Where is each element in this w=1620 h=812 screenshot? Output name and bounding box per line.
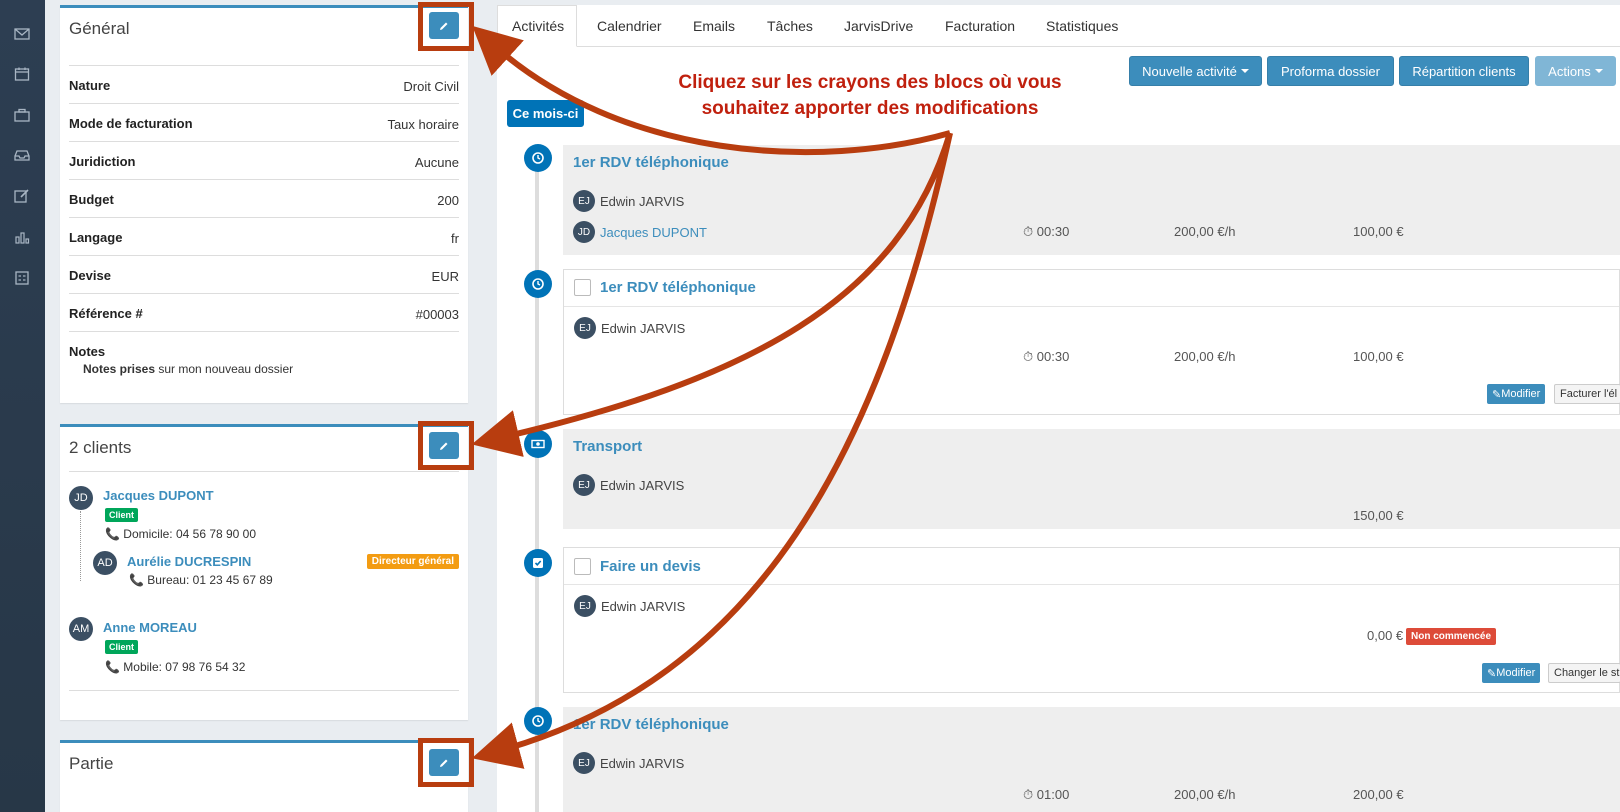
client-name-link[interactable]: Jacques DUPONT	[103, 488, 214, 503]
divider	[69, 471, 459, 472]
client-phone: 📞 Domicile: 04 56 78 90 00	[105, 527, 257, 541]
person: EJ Edwin JARVIS	[573, 474, 684, 496]
person: EJ Edwin JARVIS	[573, 190, 684, 212]
tab-bar: Activités Calendrier Emails Tâches Jarvi…	[497, 5, 1620, 47]
proforma-button[interactable]: Proforma dossier	[1267, 56, 1394, 86]
bar-chart-icon[interactable]	[14, 230, 30, 244]
client-person-link[interactable]: JD Jacques DUPONT	[573, 221, 707, 243]
partie-panel: Partie	[60, 740, 468, 812]
activity-title-link[interactable]: 1er RDV téléphonique	[573, 154, 729, 171]
notes-row: Notes Notes prises sur mon nouveau dossi…	[69, 331, 459, 387]
activity-title-link[interactable]: 1er RDV téléphonique	[573, 716, 729, 733]
rate: 200,00 €/h	[1174, 787, 1236, 802]
briefcase-icon[interactable]	[14, 108, 30, 122]
tab-jarvisdrive[interactable]: JarvisDrive	[844, 18, 913, 34]
activity-title-link[interactable]: Transport	[573, 438, 642, 455]
invoice-button[interactable]: Facturer l'él	[1554, 384, 1620, 404]
client-badge: Client	[105, 640, 139, 654]
duration: ⏱ 00:30	[1023, 349, 1070, 364]
client-phone: 📞 Mobile: 07 98 76 54 32	[105, 660, 246, 674]
change-status-button[interactable]: Changer le st	[1548, 663, 1620, 683]
panel-title: Partie	[69, 754, 114, 773]
info-row: Mode de facturation Taux horaire	[69, 103, 459, 141]
clients-panel: 2 clients JD Jacques DUPONT Client 📞 Dom…	[60, 424, 468, 720]
info-row: Budget 200	[69, 179, 459, 217]
tab-taches[interactable]: Tâches	[767, 18, 813, 34]
edit-icon[interactable]	[14, 189, 30, 203]
avatar: JD	[69, 486, 93, 510]
rate: 200,00 €/h	[1174, 224, 1236, 239]
tab-statistiques[interactable]: Statistiques	[1046, 18, 1118, 34]
sidebar	[0, 0, 45, 812]
info-row: Juridiction Aucune	[69, 141, 459, 179]
client-badge: Client	[105, 508, 139, 522]
modify-button[interactable]: ✎ Modifier	[1482, 663, 1541, 683]
panel-title: Général	[69, 19, 130, 38]
info-row: Devise EUR	[69, 255, 459, 293]
rate: 200,00 €/h	[1174, 349, 1236, 364]
timeline-item: Transport EJ Edwin JARVIS 150,00 €	[563, 429, 1620, 529]
timeline-item: Faire un devis EJ Edwin JARVIS 0,00 € Non…	[563, 547, 1620, 693]
avatar: AD	[93, 551, 117, 575]
tab-activites[interactable]: Activités	[512, 18, 564, 34]
clock-icon	[524, 707, 552, 735]
avatar: AM	[69, 617, 93, 641]
tab-facturation[interactable]: Facturation	[945, 18, 1015, 34]
timeline-item: 1er RDV téléphonique EJ Edwin JARVIS ⏱ 00…	[563, 269, 1620, 415]
duration: ⏱ 01:00	[1023, 787, 1070, 802]
notes-text: Notes prises sur mon nouveau dossier	[83, 362, 294, 376]
tab-calendrier[interactable]: Calendrier	[597, 18, 662, 34]
amount: 0,00 €	[1367, 628, 1404, 643]
clock-icon	[524, 270, 552, 298]
duration: ⏱ 00:30	[1023, 224, 1070, 239]
panel-title: 2 clients	[69, 438, 132, 457]
calculator-icon[interactable]	[14, 271, 30, 285]
status-badge: Non commencée	[1406, 628, 1497, 645]
timeline-item: 1er RDV téléphonique EJ Edwin JARVIS ⏱ 01…	[563, 707, 1620, 812]
clock-icon	[524, 144, 552, 172]
divider	[564, 306, 1619, 307]
info-row: Référence # #00003	[69, 293, 459, 331]
mail-icon[interactable]	[14, 27, 30, 41]
tree-line	[80, 511, 81, 581]
item-checkbox[interactable]	[574, 279, 591, 296]
month-label: Ce mois-ci	[507, 100, 584, 127]
actions-button[interactable]: Actions	[1535, 56, 1616, 86]
person: EJ Edwin JARVIS	[574, 317, 685, 339]
item-checkbox[interactable]	[574, 558, 591, 575]
activity-title-link[interactable]: Faire un devis	[600, 558, 701, 575]
contact-name-link[interactable]: Aurélie DUCRESPIN	[127, 554, 251, 569]
general-panel: Général Nature Droit Civil Mode de factur…	[60, 5, 468, 403]
amount: 100,00 €	[1353, 349, 1404, 364]
highlight-box	[418, 2, 474, 51]
inbox-tray-icon[interactable]	[14, 148, 30, 162]
new-activity-button[interactable]: Nouvelle activité	[1129, 56, 1262, 86]
tab-emails[interactable]: Emails	[693, 18, 735, 34]
person: EJ Edwin JARVIS	[574, 595, 685, 617]
divider	[69, 690, 459, 691]
amount: 150,00 €	[1353, 508, 1404, 523]
amount: 100,00 €	[1353, 224, 1404, 239]
chevron-down-icon	[1594, 69, 1603, 73]
info-row: Langage fr	[69, 217, 459, 255]
highlight-box	[418, 421, 474, 470]
contact-phone: 📞 Bureau: 01 23 45 67 89	[129, 573, 273, 587]
money-icon	[524, 430, 552, 458]
person: EJ Edwin JARVIS	[573, 752, 684, 774]
role-badge: Directeur général	[366, 554, 459, 569]
modify-button[interactable]: ✎ Modifier	[1487, 384, 1546, 404]
repartition-button[interactable]: Répartition clients	[1399, 56, 1529, 86]
info-row: Nature Droit Civil	[69, 65, 459, 103]
activity-title-link[interactable]: 1er RDV téléphonique	[600, 279, 756, 296]
amount: 200,00 €	[1353, 787, 1404, 802]
annotation-callout: Cliquez sur les crayons des blocs où vou…	[678, 72, 1062, 119]
calendar-icon[interactable]	[14, 67, 30, 81]
highlight-box	[418, 738, 474, 787]
check-square-icon	[524, 549, 552, 577]
timeline-item: 1er RDV téléphonique EJ Edwin JARVIS JD Ja…	[563, 145, 1620, 255]
client-name-link[interactable]: Anne MOREAU	[103, 620, 197, 635]
divider	[564, 584, 1619, 585]
chevron-down-icon	[1240, 69, 1249, 73]
